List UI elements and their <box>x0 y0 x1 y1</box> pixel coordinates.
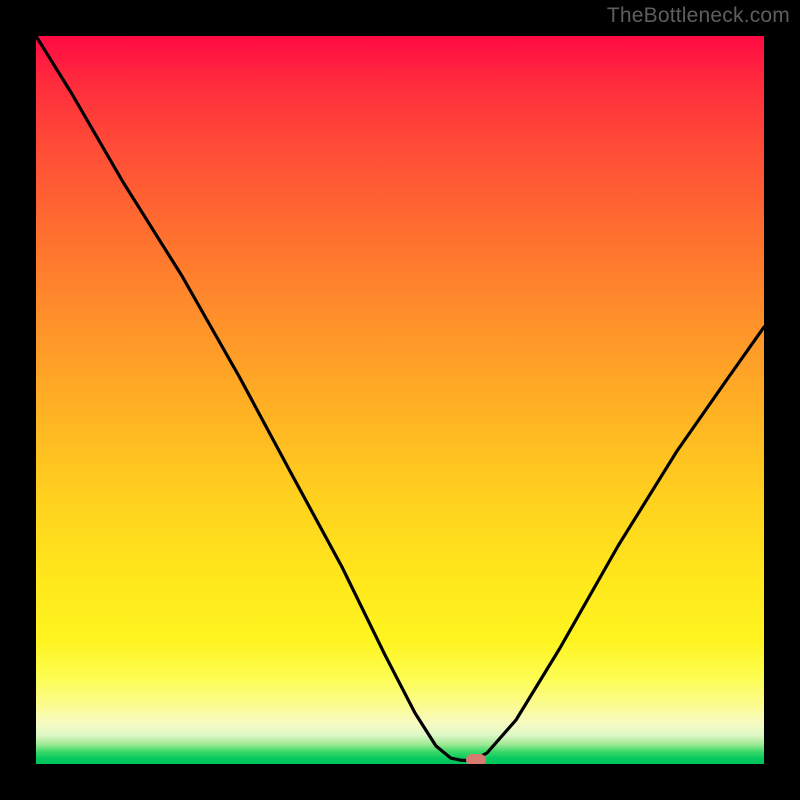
watermark-text: TheBottleneck.com <box>607 4 790 28</box>
plot-area <box>36 36 764 764</box>
optimal-point-marker <box>466 754 486 764</box>
chart-svg <box>36 36 764 764</box>
chart-frame: TheBottleneck.com <box>0 0 800 800</box>
bottleneck-curve-line <box>36 36 764 760</box>
